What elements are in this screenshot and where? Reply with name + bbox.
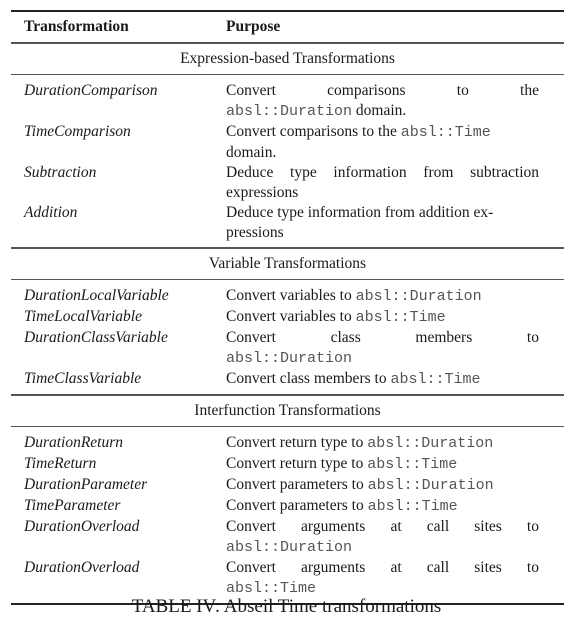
transformation-name: DurationClassVariable [24, 329, 168, 346]
transformation-name: TimeClassVariable [24, 370, 142, 387]
purpose-code: absl::Duration [226, 103, 353, 120]
transformation-name: TimeComparison [24, 123, 131, 140]
purpose-cell: Convert class members to absl::Time [226, 369, 539, 390]
transformation-name: TimeReturn [24, 455, 97, 472]
purpose-text: Convert parameters to [226, 476, 368, 493]
purpose-cell: Convert class members toabsl::Duration [226, 328, 539, 369]
transformation-name: DurationLocalVariable [24, 287, 169, 304]
purpose-text: Convert return type to [226, 455, 368, 472]
purpose-cell: Convert variables to absl::Duration [226, 286, 539, 307]
purpose-code: absl::Duration [367, 435, 494, 452]
purpose-text: Deduce type information from subtraction… [226, 164, 539, 201]
purpose-cell: Convert comparisons to the absl::Timedom… [226, 122, 539, 163]
purpose-code: absl::Time [367, 498, 458, 515]
table-row: DurationLocalVariable Convert variables t… [11, 286, 564, 307]
table-header: Transformation Purpose [11, 12, 564, 42]
purpose-cell: Convert parameters to absl::Time [226, 496, 539, 517]
purpose-text: Convert parameters to [226, 497, 368, 514]
transformation-name: DurationReturn [24, 434, 124, 451]
purpose-cell: Convert variables to absl::Time [226, 307, 539, 328]
transformation-name: DurationOverload [24, 518, 140, 535]
section-rows: DurationReturn Convert return type to abs… [11, 427, 564, 603]
purpose-suffix: domain. [226, 144, 277, 161]
header-transformation: Transformation [24, 18, 129, 35]
purpose-text: Deduce type information from addition ex… [226, 204, 494, 241]
header-purpose: Purpose [226, 18, 281, 35]
purpose-code: absl::Duration [367, 477, 494, 494]
transformation-name: DurationOverload [24, 559, 140, 576]
purpose-code: absl::Duration [355, 288, 482, 305]
transformation-name: DurationParameter [24, 476, 148, 493]
purpose-cell: Convert arguments at call sites toabsl::… [226, 517, 539, 558]
purpose-text: Convert variables to [226, 287, 356, 304]
purpose-text: Convert comparisons to the [226, 123, 401, 140]
purpose-text: Convert class members to [226, 370, 391, 387]
transformation-name: DurationComparison [24, 82, 158, 99]
purpose-cell: Deduce type information from subtraction… [226, 163, 539, 203]
table-row: TimeReturn Convert return type to absl::T… [11, 454, 564, 475]
purpose-code: absl::Duration [226, 539, 353, 556]
table-row: TimeParameter Convert parameters to absl:… [11, 496, 564, 517]
table-body: Expression-based Transformations Duration… [11, 42, 564, 603]
purpose-text: Convert arguments at call sites to [226, 518, 539, 535]
table-row: Addition Deduce type information from add… [11, 203, 564, 243]
section-title: Variable Transformations [208, 254, 367, 272]
table-row: TimeComparison Convert comparisons to the… [11, 122, 564, 163]
section-rows: DurationLocalVariable Convert variables t… [11, 280, 564, 394]
table-row: DurationOverload Convert arguments at cal… [11, 558, 564, 599]
purpose-cell: Convert comparisons to theabsl::Duration… [226, 81, 539, 122]
purpose-code: absl::Time [400, 124, 491, 141]
table-caption: TABLE IV: Abseil Time transformations [131, 596, 442, 617]
purpose-code: absl::Time [355, 309, 446, 326]
purpose-suffix: domain. [352, 102, 407, 119]
table-row: Subtraction Deduce type information from … [11, 163, 564, 203]
table-row: TimeLocalVariable Convert variables to ab… [11, 307, 564, 328]
purpose-text: Convert comparisons to the [226, 82, 539, 99]
transformation-name: TimeParameter [24, 497, 121, 514]
purpose-text: Convert arguments at call sites to [226, 559, 539, 576]
purpose-cell: Convert return type to absl::Duration [226, 433, 539, 454]
table-row: DurationParameter Convert parameters to a… [11, 475, 564, 496]
purpose-text: Convert return type to [226, 434, 368, 451]
table-row: TimeClassVariable Convert class members t… [11, 369, 564, 390]
table-row: DurationClassVariable Convert class membe… [11, 328, 564, 369]
purpose-code: absl::Time [226, 580, 317, 597]
purpose-cell: Deduce type information from addition ex… [226, 203, 539, 243]
table-row: DurationOverload Convert arguments at cal… [11, 517, 564, 558]
purpose-code: absl::Time [390, 371, 481, 388]
section-title: Interfunction Transformations [194, 401, 381, 419]
transformation-name: TimeLocalVariable [24, 308, 142, 325]
transformation-name: Subtraction [24, 164, 97, 181]
purpose-cell: Convert parameters to absl::Duration [226, 475, 539, 496]
purpose-cell: Convert return type to absl::Time [226, 454, 539, 475]
purpose-text: Convert class members to [226, 329, 539, 346]
purpose-code: absl::Time [367, 456, 458, 473]
table-row: DurationComparison Convert comparisons to… [11, 81, 564, 122]
transformations-table: Transformation Purpose Expression-based … [11, 10, 564, 605]
transformation-name: Addition [24, 204, 78, 221]
purpose-code: absl::Duration [226, 350, 353, 367]
table-row: DurationReturn Convert return type to abs… [11, 433, 564, 454]
section-title: Expression-based Transformations [180, 49, 395, 67]
purpose-text: Convert variables to [226, 308, 356, 325]
section-rows: DurationComparison Convert comparisons to… [11, 75, 564, 247]
purpose-cell: Convert arguments at call sites toabsl::… [226, 558, 539, 599]
